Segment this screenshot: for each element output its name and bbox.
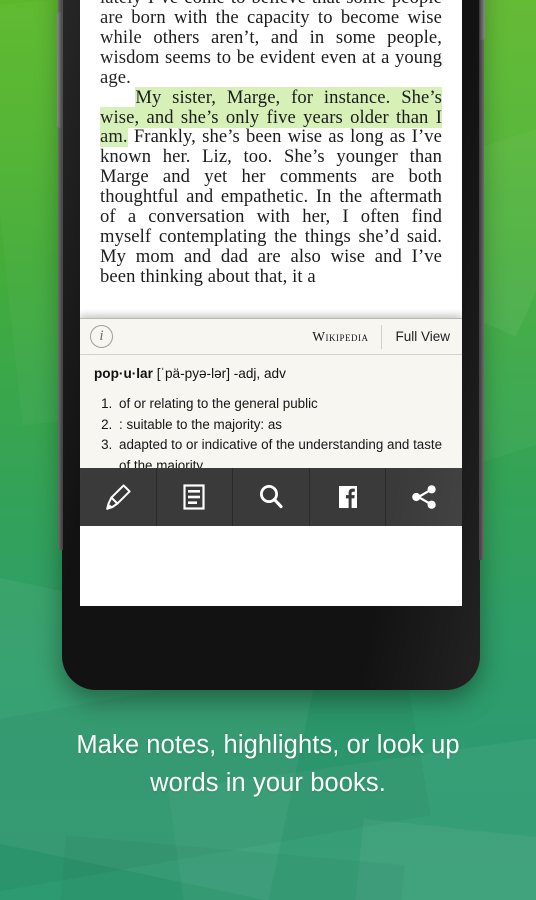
- book-paragraph-2: My sister, Marge, for instance. She’s wi…: [100, 86, 442, 288]
- reader-toolbar: [80, 468, 462, 526]
- dictionary-pronunciation: [ˈpä-pyə-lər]: [156, 366, 230, 381]
- dictionary-popup-header: i Wikipedia Full View: [80, 319, 462, 355]
- caption-line-2: words in your books.: [150, 769, 386, 797]
- note-button[interactable]: [157, 468, 234, 526]
- dictionary-part-of-speech: -adj, adv: [233, 366, 286, 381]
- note-icon: [177, 480, 211, 514]
- phone-screen: that age guarantees intelligence. I know…: [80, 0, 462, 606]
- power-button[interactable]: [480, 0, 485, 40]
- wikipedia-logo[interactable]: Wikipedia: [312, 329, 381, 345]
- phone-mockup: that age guarantees intelligence. I know…: [57, 0, 485, 690]
- search-icon: [254, 480, 288, 514]
- caption: Make notes, highlights, or look up words…: [0, 726, 536, 802]
- phone-right-rail: [479, 0, 484, 560]
- dictionary-popup[interactable]: i Wikipedia Full View pop·u·lar [ˈpä-pyə…: [80, 318, 462, 468]
- definition-item: : suitable to the majority: as: [116, 415, 448, 436]
- highlighter-icon: [101, 480, 135, 514]
- book-text[interactable]: that age guarantees intelligence. I know…: [100, 0, 442, 287]
- book-paragraph-1-post: notion—don’t we frequently regard our el…: [100, 0, 442, 88]
- definition-item: of or relating to the general public: [116, 394, 448, 415]
- search-button[interactable]: [233, 468, 310, 526]
- volume-button[interactable]: [57, 12, 62, 128]
- book-paragraph-1: that age guarantees intelligence. I know…: [100, 0, 442, 88]
- dictionary-popup-body: pop·u·lar [ˈpä-pyə-lər] -adj, adv of or …: [80, 355, 462, 468]
- dictionary-headword-line: pop·u·lar [ˈpä-pyə-lər] -adj, adv: [94, 366, 448, 382]
- highlighter-button[interactable]: [80, 468, 157, 526]
- info-icon[interactable]: i: [90, 325, 113, 348]
- book-paragraph-2-rest: Frankly, she’s been wise as long as I’ve…: [100, 126, 442, 288]
- full-view-button[interactable]: Full View: [382, 329, 450, 344]
- facebook-icon: [331, 480, 365, 514]
- caption-line-1: Make notes, highlights, or look up: [76, 731, 460, 759]
- dictionary-source-group: Wikipedia Full View: [312, 319, 450, 354]
- facebook-share-button[interactable]: [310, 468, 387, 526]
- share-button[interactable]: [386, 468, 462, 526]
- dictionary-headword: pop·u·lar: [94, 366, 153, 381]
- share-icon: [407, 480, 441, 514]
- dictionary-definition-list: of or relating to the general public : s…: [116, 394, 448, 468]
- definition-item: adapted to or indicative of the understa…: [116, 435, 448, 468]
